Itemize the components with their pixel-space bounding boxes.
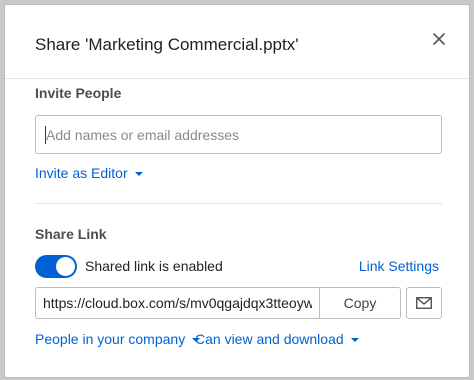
permission-label: Can view and download (195, 331, 344, 347)
dialog-header: Share 'Marketing Commercial.pptx' (5, 5, 469, 79)
share-dialog: Share 'Marketing Commercial.pptx' Invite… (4, 4, 470, 378)
caret-down-icon (134, 171, 143, 176)
access-level-label: People in your company (35, 331, 186, 347)
caret-down-icon (350, 337, 359, 342)
email-link-button[interactable] (406, 287, 442, 319)
invite-input[interactable] (35, 115, 442, 154)
close-icon[interactable] (429, 29, 449, 49)
invite-people-label: Invite People (35, 85, 122, 101)
invite-role-dropdown[interactable]: Invite as Editor (35, 165, 143, 181)
invite-role-label: Invite as Editor (35, 165, 128, 181)
toggle-knob (56, 257, 75, 276)
link-settings-link[interactable]: Link Settings (359, 258, 439, 274)
shared-link-status: Shared link is enabled (85, 258, 223, 274)
envelope-icon (416, 297, 432, 309)
shared-url-field[interactable] (36, 288, 319, 318)
shared-link-toggle[interactable] (35, 255, 77, 278)
permission-dropdown[interactable]: Can view and download (195, 331, 359, 347)
dialog-title: Share 'Marketing Commercial.pptx' (35, 35, 299, 54)
text-caret (45, 126, 46, 144)
share-link-label: Share Link (35, 226, 107, 242)
section-divider (35, 203, 442, 204)
access-level-dropdown[interactable]: People in your company (35, 331, 201, 347)
shared-url-box: Copy (35, 287, 401, 319)
copy-button[interactable]: Copy (319, 288, 400, 318)
